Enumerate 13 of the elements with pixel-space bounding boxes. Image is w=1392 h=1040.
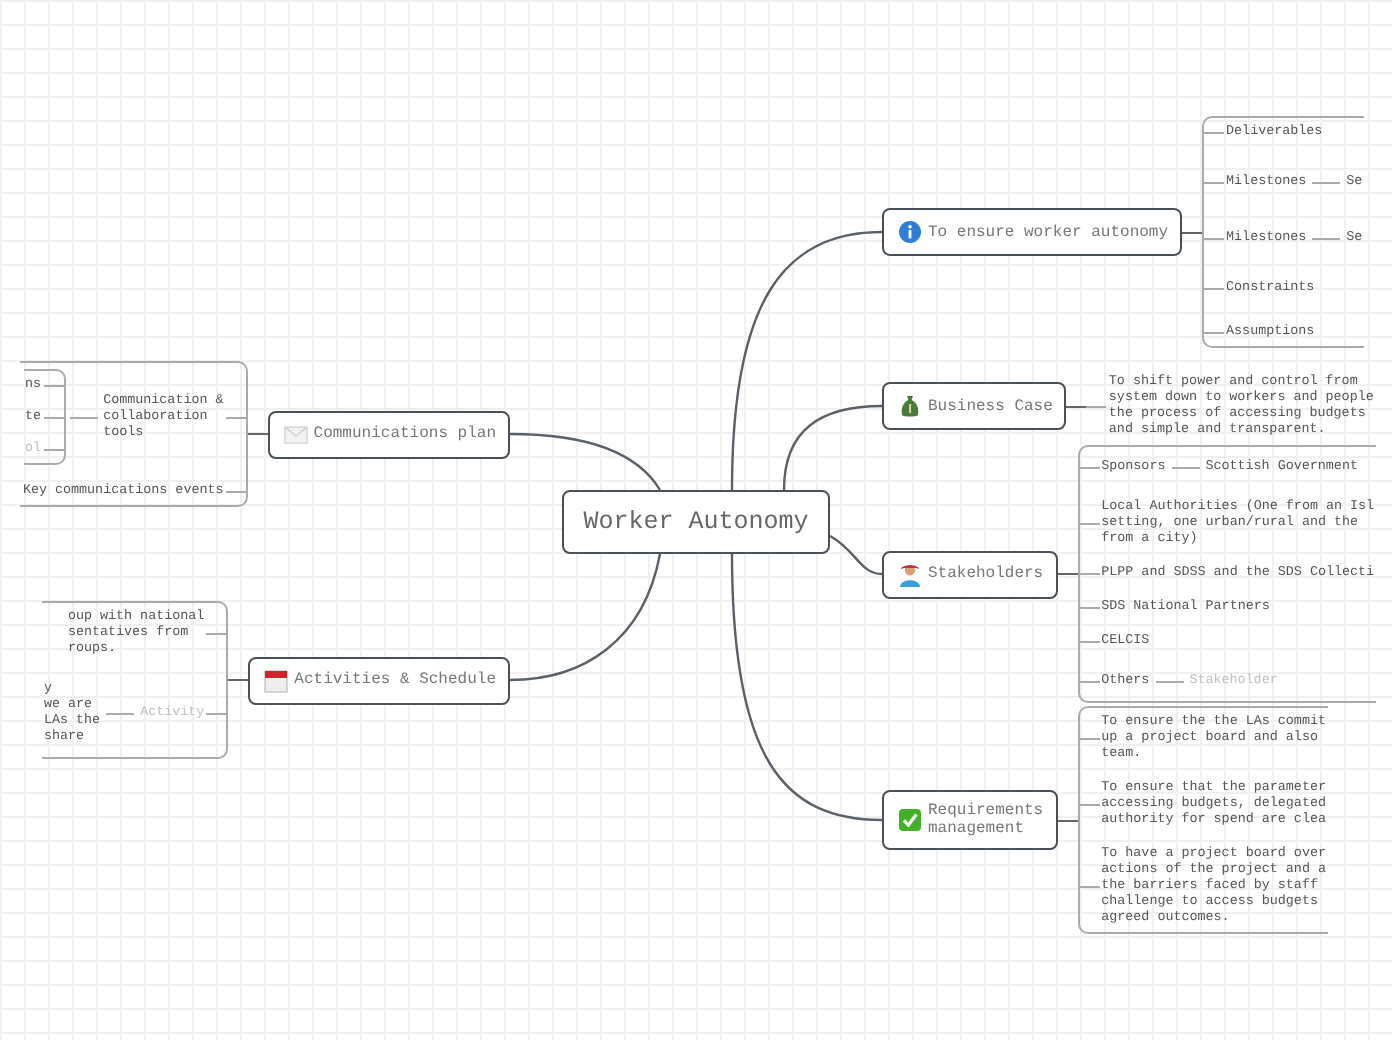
topic-node: Business Case <box>882 382 1067 430</box>
info-icon <box>898 220 922 244</box>
envelope-icon <box>283 422 308 446</box>
topic-node: Communications plan <box>267 410 510 458</box>
topic-node: To ensure worker autonomy <box>882 208 1183 256</box>
central-topic: Worker Autonomy <box>562 490 830 554</box>
topic-node: Requirements management <box>882 790 1058 850</box>
calendar-icon <box>264 668 289 692</box>
topic-node: Stakeholders <box>882 550 1058 598</box>
checkmark-icon <box>898 808 922 832</box>
topic-node: Activities & Schedule <box>248 656 510 704</box>
person-icon <box>898 562 922 586</box>
money-bag-icon <box>898 394 922 418</box>
